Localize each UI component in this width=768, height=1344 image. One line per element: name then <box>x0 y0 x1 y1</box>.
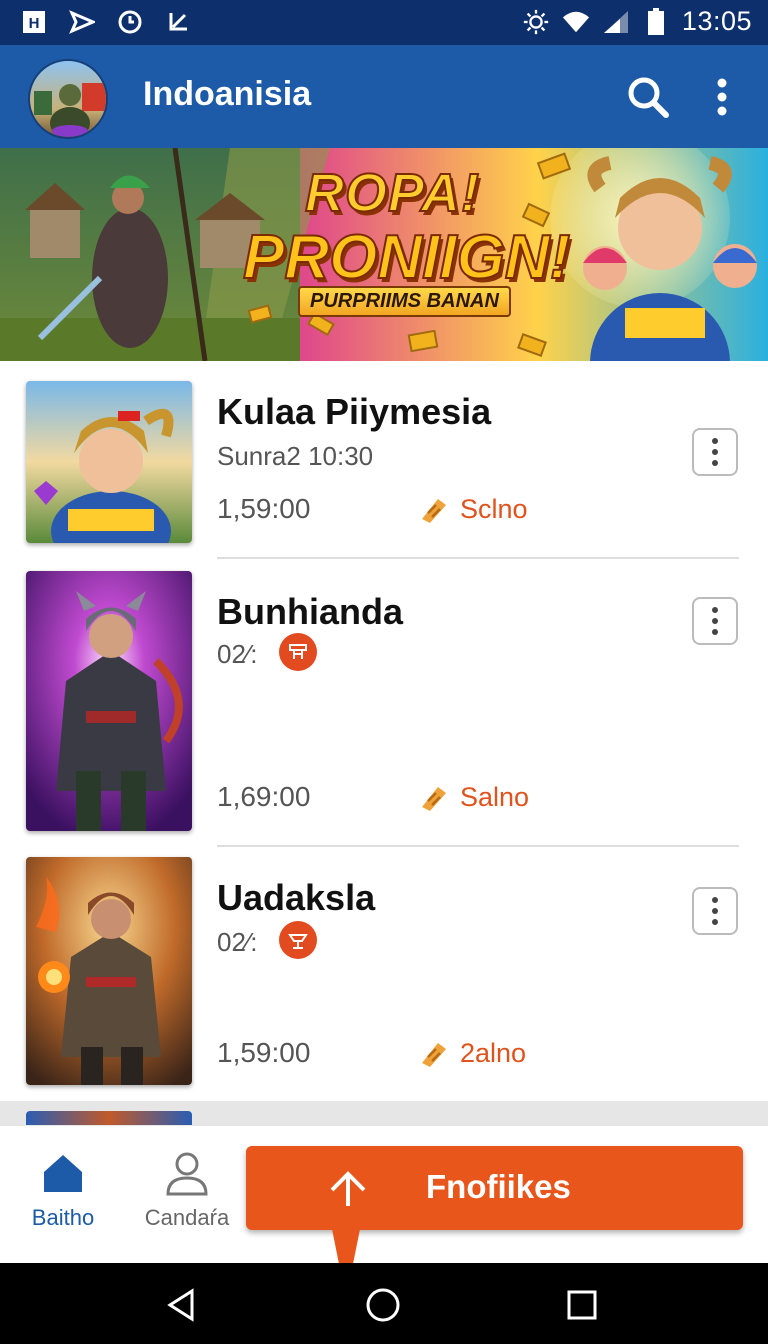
item-title: Bunhianda <box>217 591 403 632</box>
brightness-icon <box>522 8 550 36</box>
clock-icon <box>116 8 144 36</box>
back-icon[interactable] <box>162 1285 202 1325</box>
home-circle-icon[interactable] <box>363 1285 403 1325</box>
tag-icon <box>422 787 446 811</box>
item-thumbnail[interactable] <box>26 381 192 543</box>
item-status-label: 2alno <box>460 1037 527 1068</box>
download-icon <box>164 8 192 36</box>
item-title: Uadaksla <box>217 877 376 918</box>
list-item[interactable]: Kulaa Piiymesia Sunra2 10:30 1,59:00 Scl… <box>0 361 768 561</box>
promo-banner[interactable]: ROPA! PRONIIGN! PURPRIIMS BANAN <box>0 148 768 361</box>
send-icon <box>68 8 96 36</box>
tag-icon <box>422 499 446 523</box>
item-time: 1,69:00 <box>217 781 311 812</box>
arrow-up-icon <box>326 1166 370 1210</box>
notification-h-icon: H <box>20 8 48 36</box>
item-more-button[interactable] <box>692 887 738 935</box>
battery-icon <box>642 7 670 36</box>
status-time: 13:05 <box>681 6 752 36</box>
wifi-icon <box>562 8 590 36</box>
item-status-label: Salno <box>460 781 530 812</box>
svg-text:H: H <box>29 15 40 32</box>
item-title: Kulaa Piiymesia <box>217 391 492 432</box>
item-thumbnail[interactable] <box>26 571 192 831</box>
item-status: Sclno <box>418 493 528 525</box>
search-icon[interactable] <box>624 73 672 121</box>
list-item[interactable]: Bunhianda 02⁄: 1,69:00 Salno <box>0 559 768 847</box>
status-bar: H 13:05 <box>0 0 768 45</box>
banner-title-line1: ROPA! <box>304 162 480 224</box>
item-subtitle: 02⁄: <box>217 639 258 669</box>
list-item-peek <box>0 1101 768 1131</box>
item-more-button[interactable] <box>692 428 738 476</box>
app-title: Indoanisia <box>143 75 312 113</box>
home-icon <box>44 1155 82 1192</box>
list-item[interactable]: Uadaksla 02⁄: 1,59:00 2alno <box>0 847 768 1101</box>
avatar[interactable] <box>28 59 108 139</box>
item-more-button[interactable] <box>692 597 738 645</box>
profile-action-button[interactable]: Fnofiikes <box>246 1146 743 1230</box>
nav-home[interactable]: Baitho <box>8 1150 118 1231</box>
item-status: 2alno <box>418 1037 526 1069</box>
nav-home-label: Baitho <box>31 1205 95 1230</box>
item-subtitle: Sunra2 10:30 <box>217 441 374 471</box>
fab-label: Fnofiikes <box>426 1168 571 1205</box>
category-badge-icon <box>279 921 317 959</box>
category-badge-icon <box>279 633 317 671</box>
item-status: Salno <box>418 781 529 813</box>
item-thumbnail[interactable] <box>26 857 192 1085</box>
nav-profile[interactable]: Candaŕa <box>132 1150 242 1231</box>
item-time: 1,59:00 <box>217 493 311 524</box>
app-bar: Indoanisia <box>0 45 768 148</box>
signal-icon <box>602 8 630 36</box>
recents-icon[interactable] <box>562 1285 602 1325</box>
more-vert-icon[interactable] <box>700 73 744 121</box>
bottom-nav: Baitho Candaŕa Fnofiikes <box>0 1125 768 1299</box>
banner-subtitle: PURPRIIMS BANAN <box>298 286 511 317</box>
item-time: 1,59:00 <box>217 1037 311 1068</box>
item-status-label: Sclno <box>460 493 528 524</box>
item-subtitle: 02⁄: <box>217 927 258 957</box>
system-nav-bar <box>0 1263 768 1344</box>
banner-title-line2: PRONIIGN! <box>242 222 571 293</box>
nav-profile-label: Candaŕa <box>144 1205 230 1230</box>
person-icon <box>166 1152 208 1196</box>
tag-icon <box>422 1043 446 1067</box>
